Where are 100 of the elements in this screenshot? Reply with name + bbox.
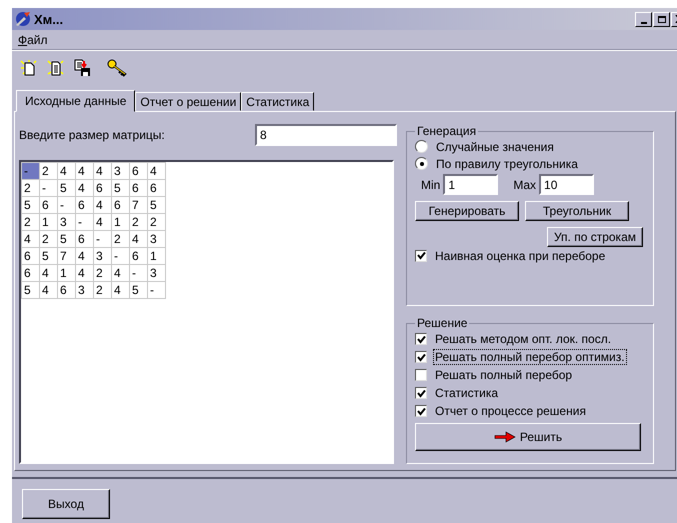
matrix-cell[interactable]: 6 <box>112 196 130 214</box>
matrix-cell[interactable]: 2 <box>112 230 130 248</box>
matrix-cell[interactable]: 4 <box>130 230 148 248</box>
matrix-cell[interactable]: 4 <box>40 282 58 298</box>
matrix-cell[interactable]: 6 <box>76 196 94 214</box>
matrix-cell[interactable]: - <box>130 264 148 282</box>
matrix-cell[interactable]: 5 <box>58 230 76 248</box>
checkbox-option[interactable]: Решать полный перебор <box>415 366 647 384</box>
matrix-cell[interactable]: 2 <box>148 214 166 230</box>
arrow-icon <box>494 431 516 443</box>
menu-item[interactable]: Файл <box>18 32 48 46</box>
matrix-cell[interactable]: 7 <box>58 248 76 264</box>
matrix-cell[interactable]: 4 <box>112 282 130 298</box>
checkbox[interactable] <box>415 351 427 363</box>
matrix-cell[interactable]: 4 <box>94 162 112 180</box>
matrix-cell[interactable]: - <box>94 230 112 248</box>
matrix-cell[interactable]: - <box>112 248 130 264</box>
maximize-icon[interactable] <box>653 12 670 26</box>
matrix-cell[interactable]: 3 <box>58 214 76 230</box>
key-icon[interactable] <box>107 59 129 77</box>
matrix-cell[interactable]: 1 <box>148 248 166 264</box>
radio-option[interactable]: По правилу треугольника <box>415 155 647 172</box>
matrix-cell[interactable]: 4 <box>94 196 112 214</box>
checkbox[interactable] <box>415 333 427 345</box>
sort-rows-button[interactable]: Уп. по строкам <box>546 227 643 247</box>
matrix-cell[interactable]: 4 <box>76 162 94 180</box>
matrix-cell[interactable]: 4 <box>76 180 94 196</box>
matrix-cell[interactable]: 4 <box>22 230 40 248</box>
matrix-cell[interactable]: 4 <box>58 162 76 180</box>
matrix-cell[interactable]: 2 <box>40 162 58 180</box>
matrix-cell[interactable]: 6 <box>40 196 58 214</box>
matrix-cell[interactable]: 4 <box>76 264 94 282</box>
checkbox-option[interactable]: Наивная оценка при переборе <box>415 247 647 264</box>
document-icon[interactable] <box>47 59 65 77</box>
matrix-cell[interactable]: 3 <box>148 230 166 248</box>
group-title: Решение <box>416 316 468 330</box>
matrix-cell[interactable]: 3 <box>148 264 166 282</box>
matrix-cell[interactable]: 1 <box>58 264 76 282</box>
matrix-size-field[interactable]: 8 <box>255 124 397 146</box>
matrix-cell[interactable]: 4 <box>112 264 130 282</box>
tab[interactable]: Отчет о решении <box>135 92 242 111</box>
checkbox-option[interactable]: Отчет о процессе решения <box>415 402 647 420</box>
matrix-cell[interactable]: 6 <box>58 282 76 298</box>
checkbox[interactable] <box>415 387 427 399</box>
matrix-cell[interactable]: - <box>58 196 76 214</box>
matrix-cell[interactable]: 6 <box>130 248 148 264</box>
tab[interactable]: Исходные данные <box>16 90 136 112</box>
matrix-cell[interactable]: - <box>76 214 94 230</box>
checkbox[interactable] <box>415 250 427 262</box>
matrix-cell[interactable]: 4 <box>76 248 94 264</box>
matrix-cell[interactable]: 4 <box>94 214 112 230</box>
matrix-cell[interactable]: 7 <box>130 196 148 214</box>
matrix-cell[interactable]: 6 <box>148 180 166 196</box>
matrix-cell[interactable]: 6 <box>76 230 94 248</box>
matrix-cell[interactable]: 4 <box>40 264 58 282</box>
matrix-cell[interactable]: 1 <box>40 214 58 230</box>
max-field[interactable]: 10 <box>539 174 594 195</box>
matrix-cell[interactable]: 2 <box>94 282 112 298</box>
matrix-cell[interactable]: 5 <box>40 248 58 264</box>
matrix-cell[interactable]: - <box>40 180 58 196</box>
matrix-cell[interactable]: 2 <box>130 214 148 230</box>
checkbox-option[interactable]: Решать методом опт. лок. посл. <box>415 330 647 348</box>
triangle-button[interactable]: Треугольник <box>525 201 629 221</box>
matrix-cell[interactable]: 2 <box>22 180 40 196</box>
matrix-cell[interactable]: 5 <box>112 180 130 196</box>
min-field[interactable]: 1 <box>443 174 498 195</box>
matrix-cell[interactable]: 3 <box>76 282 94 298</box>
save-icon[interactable] <box>74 59 92 77</box>
matrix-cell[interactable]: 5 <box>58 180 76 196</box>
matrix-cell[interactable]: 1 <box>112 214 130 230</box>
exit-button[interactable]: Выход <box>22 489 110 519</box>
checkbox-option[interactable]: Статистика <box>415 384 647 402</box>
matrix-cell[interactable]: 6 <box>94 180 112 196</box>
radio-button[interactable] <box>415 140 428 153</box>
matrix-cell[interactable]: 5 <box>148 196 166 214</box>
radio-option[interactable]: Случайные значения <box>415 138 647 155</box>
matrix-cell[interactable]: - <box>22 162 40 180</box>
minimize-icon[interactable] <box>635 12 652 26</box>
matrix-cell[interactable]: 6 <box>130 162 148 180</box>
checkbox[interactable] <box>415 405 427 417</box>
solve-button[interactable]: Решить <box>415 423 641 451</box>
matrix-cell[interactable]: 5 <box>130 282 148 298</box>
matrix-cell[interactable]: 5 <box>22 282 40 298</box>
checkbox[interactable] <box>415 369 427 381</box>
matrix-cell[interactable]: 3 <box>94 248 112 264</box>
matrix-cell[interactable]: 2 <box>22 214 40 230</box>
tab[interactable]: Статистика <box>241 92 314 111</box>
matrix-cell[interactable]: 6 <box>130 180 148 196</box>
matrix-cell[interactable]: 2 <box>40 230 58 248</box>
generate-button[interactable]: Генерировать <box>415 201 519 221</box>
radio-button[interactable] <box>415 157 428 170</box>
min-label: Min <box>421 178 440 192</box>
matrix-cell[interactable]: 5 <box>22 196 40 214</box>
matrix-cell[interactable]: 3 <box>112 162 130 180</box>
matrix-cell[interactable]: 2 <box>94 264 112 282</box>
new-document-icon[interactable] <box>20 59 38 77</box>
matrix-cell[interactable]: 6 <box>22 264 40 282</box>
matrix-cell[interactable]: - <box>148 282 166 298</box>
matrix-cell[interactable]: 4 <box>148 162 166 180</box>
matrix-cell[interactable]: 6 <box>22 248 40 264</box>
